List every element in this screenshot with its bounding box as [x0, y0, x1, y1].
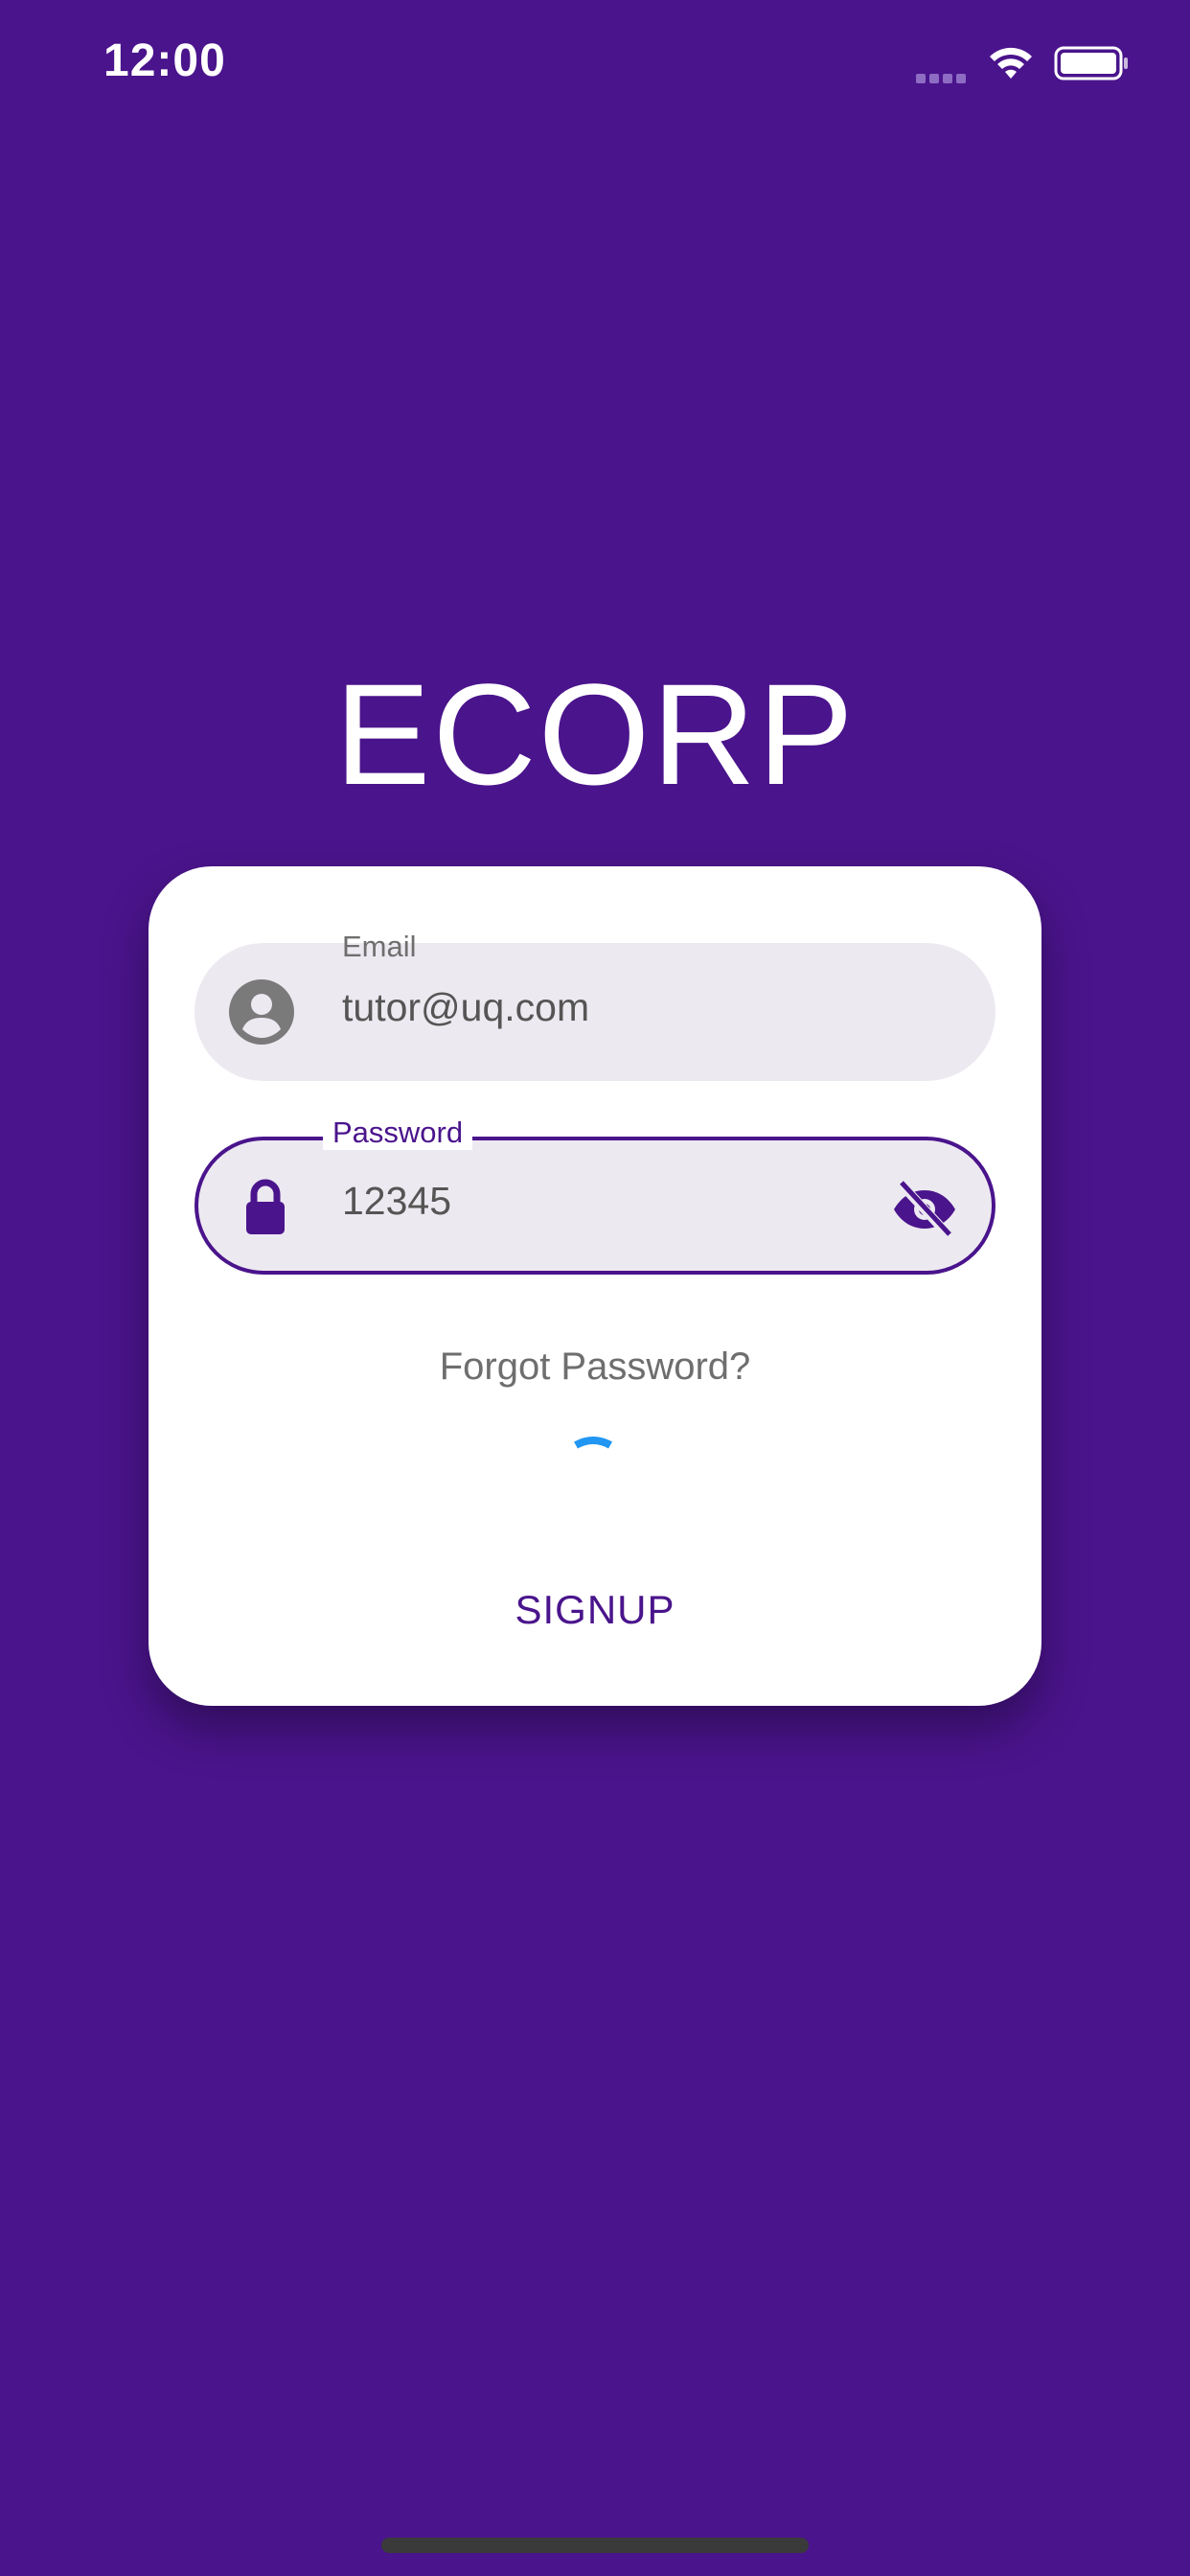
progress-spinner-icon: [574, 1437, 612, 1449]
login-card: Email tutor@uq.com Password 12345 Forgot…: [149, 866, 1041, 1706]
home-indicator[interactable]: [381, 2538, 809, 2553]
status-time: 12:00: [103, 35, 226, 86]
app-title: ECORP: [334, 654, 856, 815]
email-input[interactable]: tutor@uq.com: [332, 985, 589, 1030]
email-label: Email: [342, 930, 417, 963]
password-input[interactable]: 12345: [332, 1179, 451, 1224]
battery-icon: [1054, 46, 1128, 80]
lock-icon: [246, 1179, 285, 1234]
password-label: Password: [323, 1116, 473, 1150]
signup-button[interactable]: SIGNUP: [451, 1566, 739, 1652]
wifi-icon: [990, 47, 1032, 79]
forgot-password-link[interactable]: Forgot Password?: [149, 1346, 1041, 1389]
password-field[interactable]: Password 12345: [195, 1116, 995, 1275]
cellular-signal-icon: [916, 71, 970, 83]
visibility-off-icon[interactable]: [890, 1175, 959, 1244]
email-field[interactable]: Email tutor@uq.com: [195, 930, 995, 1081]
account-circle-icon: [229, 979, 294, 1045]
